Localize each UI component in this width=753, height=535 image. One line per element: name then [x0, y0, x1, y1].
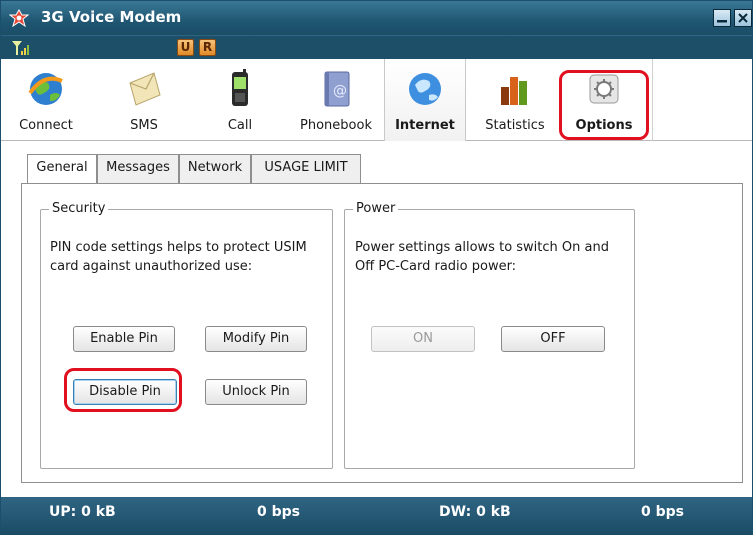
- toolbar-internet-label: Internet: [395, 118, 455, 133]
- window-title: 3G Voice Modem: [41, 8, 182, 26]
- upload-rate: 0 bps: [257, 504, 300, 520]
- disable-pin-button[interactable]: Disable Pin: [73, 379, 177, 405]
- minimize-icon: [717, 20, 727, 23]
- security-description-line1: PIN code settings helps to protect USIM: [50, 240, 307, 255]
- power-group: Power Power settings allows to switch On…: [344, 201, 635, 469]
- power-group-title: Power: [353, 201, 399, 216]
- power-description-line1: Power settings allows to switch On and: [355, 240, 609, 255]
- download-rate: 0 bps: [641, 504, 684, 520]
- svg-text:@: @: [333, 83, 347, 99]
- toolbar-connect-label: Connect: [19, 118, 73, 133]
- globe-connect-icon: [26, 69, 66, 109]
- toolbar-call[interactable]: Call: [197, 59, 283, 141]
- security-description: PIN code settings helps to protect USIM …: [50, 238, 307, 276]
- main-toolbar: Connect SMS Call @ Phonebook Internet St…: [1, 59, 752, 141]
- toolbar-options-label: Options: [575, 118, 633, 133]
- toolbar-internet[interactable]: Internet: [384, 59, 466, 141]
- upload-total: UP: 0 kB: [49, 504, 116, 520]
- minimize-button[interactable]: [713, 9, 731, 27]
- download-total: DW: 0 kB: [439, 504, 511, 520]
- unlock-pin-button[interactable]: Unlock Pin: [205, 379, 307, 405]
- general-tab-panel: Security PIN code settings helps to prot…: [21, 183, 743, 483]
- traffic-status-bar: UP: 0 kB 0 bps DW: 0 kB 0 bps: [1, 497, 752, 535]
- mobile-phone-icon: [220, 69, 260, 109]
- close-button[interactable]: [734, 9, 752, 27]
- toolbar-statistics-label: Statistics: [485, 118, 545, 133]
- title-bar[interactable]: 3G Voice Modem: [1, 1, 752, 35]
- security-description-line2: card against unauthorized use:: [50, 259, 253, 274]
- security-group: Security PIN code settings helps to prot…: [40, 201, 333, 469]
- power-description: Power settings allows to switch On and O…: [355, 238, 609, 276]
- tab-general[interactable]: General: [27, 154, 97, 184]
- toolbar-statistics[interactable]: Statistics: [471, 59, 559, 141]
- usage-badge-u[interactable]: U: [177, 39, 194, 56]
- toolbar-separator: [652, 59, 653, 141]
- power-description-line2: Off PC-Card radio power:: [355, 259, 517, 274]
- bar-chart-icon: [495, 69, 535, 109]
- gear-settings-icon: [584, 69, 624, 109]
- toolbar-phonebook[interactable]: @ Phonebook: [291, 59, 381, 141]
- modify-pin-button[interactable]: Modify Pin: [205, 326, 307, 352]
- close-icon: [738, 13, 748, 23]
- toolbar-phonebook-label: Phonebook: [300, 118, 372, 133]
- tab-messages[interactable]: Messages: [97, 154, 179, 183]
- toolbar-connect[interactable]: Connect: [1, 59, 91, 141]
- app-window: 3G Voice Modem U R Connect SMS Call @ Ph…: [0, 0, 753, 535]
- toolbar-call-label: Call: [227, 118, 253, 133]
- power-off-button[interactable]: OFF: [501, 326, 605, 352]
- signal-strength-icon: [11, 40, 33, 56]
- globe-internet-icon: [405, 69, 445, 109]
- address-book-icon: @: [316, 69, 356, 109]
- toolbar-sms-label: SMS: [130, 118, 158, 133]
- envelope-icon: [124, 69, 164, 109]
- toolbar-sms[interactable]: SMS: [101, 59, 187, 141]
- security-group-title: Security: [49, 201, 109, 216]
- tab-network[interactable]: Network: [179, 154, 251, 183]
- enable-pin-button[interactable]: Enable Pin: [73, 326, 175, 352]
- app-logo-icon: [8, 9, 30, 28]
- power-on-button[interactable]: ON: [371, 326, 475, 352]
- tab-usage-limit[interactable]: USAGE LIMIT: [251, 154, 361, 183]
- status-strip: U R: [1, 35, 752, 59]
- roaming-badge-r[interactable]: R: [199, 39, 216, 56]
- toolbar-options[interactable]: Options: [563, 59, 645, 141]
